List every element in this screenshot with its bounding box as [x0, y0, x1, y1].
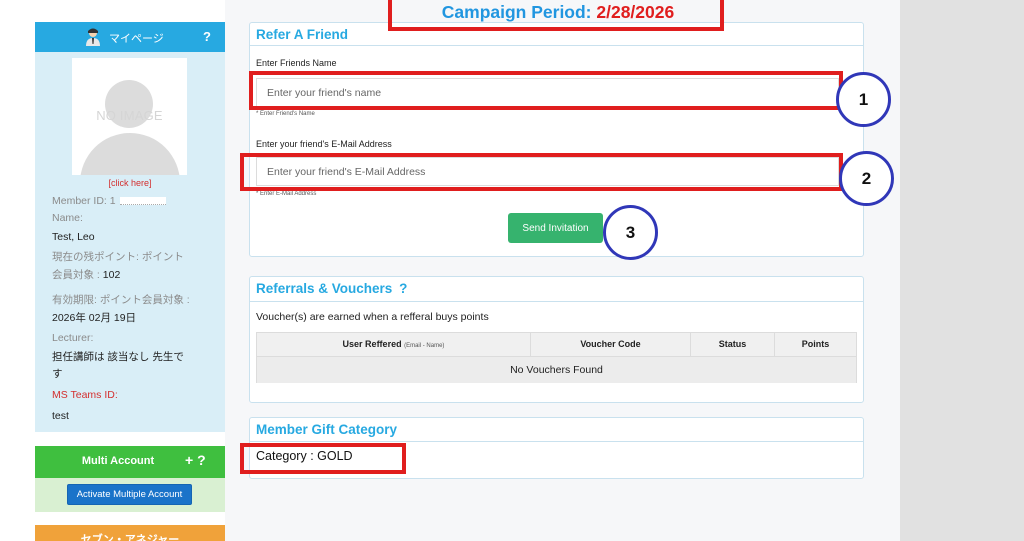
mypage-header: マイページ ? [35, 22, 225, 52]
silhouette-body [80, 133, 180, 175]
campaign-date: 2/28/2026 [596, 2, 675, 22]
vouchers-title: Referrals & Vouchers ? [256, 281, 407, 296]
member-id-row: Member ID: 1 [52, 195, 166, 207]
expiry-value: 2026年 02月 19日 [52, 312, 137, 324]
change-photo-link[interactable]: [click here] [35, 178, 225, 188]
expiry-label: 有効期限: ポイント会員対象 : [52, 294, 190, 306]
column-header-status: Status [691, 333, 775, 356]
ms-teams-value: test [52, 410, 69, 422]
friend-name-label: Enter Friends Name [256, 58, 337, 68]
user-avatar-icon [86, 28, 100, 46]
points-value: 102 [102, 269, 121, 281]
campaign-period: Campaign Period: 2/28/2026 [392, 2, 724, 23]
name-input-highlight [249, 71, 843, 110]
campaign-label: Campaign Period: [441, 2, 597, 22]
lecturer-value-line1: 担任講師は 該当なし 先生で [52, 351, 184, 363]
friend-email-help: * Enter E-Mail Address [256, 191, 317, 197]
column-header-sublabel: (Email - Name) [404, 343, 445, 349]
points-target-label: 会員対象 : [52, 269, 103, 281]
friend-email-label: Enter your friend's E-Mail Address [256, 139, 392, 149]
right-gutter [900, 0, 1024, 541]
gift-category-divider [250, 441, 863, 442]
activate-multiple-account-button[interactable]: Activate Multiple Account [67, 484, 192, 505]
mypage-title: マイページ [109, 33, 164, 45]
ms-teams-label: MS Teams ID: [52, 389, 118, 401]
column-header-user-referred: User Reffered (Email - Name) [257, 333, 531, 356]
vouchers-help-icon[interactable]: ? [399, 281, 407, 296]
column-header-points: Points [801, 339, 830, 349]
send-invitation-button[interactable]: Send Invitation [508, 213, 603, 243]
profile-photo[interactable]: NO IMAGE [72, 58, 187, 175]
vouchers-title-text: Referrals & Vouchers [256, 281, 393, 296]
member-id-value: 1 [109, 195, 116, 207]
step-1-marker: 1 [836, 72, 891, 127]
column-header-label: User Reffered [342, 339, 402, 349]
gift-category-title: Member Gift Category [256, 422, 398, 437]
vouchers-divider [250, 301, 863, 302]
friend-name-help: * Enter Friend's Name [256, 111, 315, 117]
multi-account-header: Multi Account + ? [35, 446, 225, 478]
refer-friend-divider [250, 45, 863, 46]
vouchers-table: User Reffered (Email - Name) Voucher Cod… [256, 332, 857, 383]
next-section-header: セブン・アネジャー [35, 525, 225, 541]
points-label: 現在の残ポイント: ポイント [52, 251, 184, 263]
page-left-margin [0, 0, 35, 541]
name-value: Test, Leo [52, 231, 95, 243]
lecturer-value-line2: す [52, 368, 63, 380]
name-label: Name: [52, 212, 83, 224]
no-vouchers-row: No Vouchers Found [257, 357, 856, 383]
help-icon[interactable]: ? [203, 29, 211, 44]
step-3-marker: 3 [603, 205, 658, 260]
refer-friend-title: Refer A Friend [256, 27, 349, 42]
multi-account-title: Multi Account [81, 455, 155, 467]
next-section-title: セブン・アネジャー [80, 534, 180, 541]
points-row: 会員対象 : 102 [52, 267, 120, 282]
column-header-voucher-code: Voucher Code [531, 333, 691, 356]
no-image-text: NO IMAGE [96, 108, 163, 123]
step-2-marker: 2 [839, 151, 894, 206]
multi-account-add-help-icons[interactable]: + ? [185, 452, 206, 468]
lecturer-label: Lecturer: [52, 332, 94, 344]
email-input-highlight [240, 153, 843, 191]
member-id-label: Member ID: [52, 195, 110, 207]
gift-category-highlight [240, 443, 406, 474]
member-id-redaction [119, 197, 166, 206]
vouchers-description: Voucher(s) are earned when a refferal bu… [256, 311, 489, 323]
